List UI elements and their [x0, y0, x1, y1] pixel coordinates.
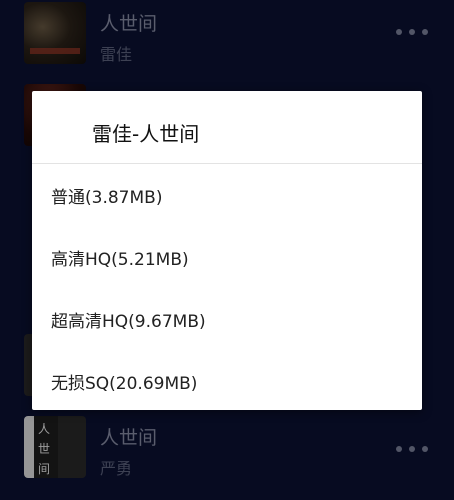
- option-label: 普通(3.87MB): [51, 188, 163, 208]
- divider: [32, 163, 422, 164]
- quality-option-lossless[interactable]: 无损SQ(20.69MB): [32, 355, 422, 407]
- option-label: 高清HQ(5.21MB): [51, 250, 189, 270]
- option-label: 超高清HQ(9.67MB): [51, 312, 206, 332]
- quality-option-hq[interactable]: 高清HQ(5.21MB): [32, 231, 422, 283]
- quality-option-super-hq[interactable]: 超高清HQ(9.67MB): [32, 293, 422, 345]
- quality-select-dialog: 雷佳-人世间 普通(3.87MB) 高清HQ(5.21MB) 超高清HQ(9.6…: [32, 91, 422, 410]
- quality-option-standard[interactable]: 普通(3.87MB): [32, 169, 422, 221]
- option-label: 无损SQ(20.69MB): [51, 374, 198, 394]
- dialog-title: 雷佳-人世间: [92, 122, 200, 146]
